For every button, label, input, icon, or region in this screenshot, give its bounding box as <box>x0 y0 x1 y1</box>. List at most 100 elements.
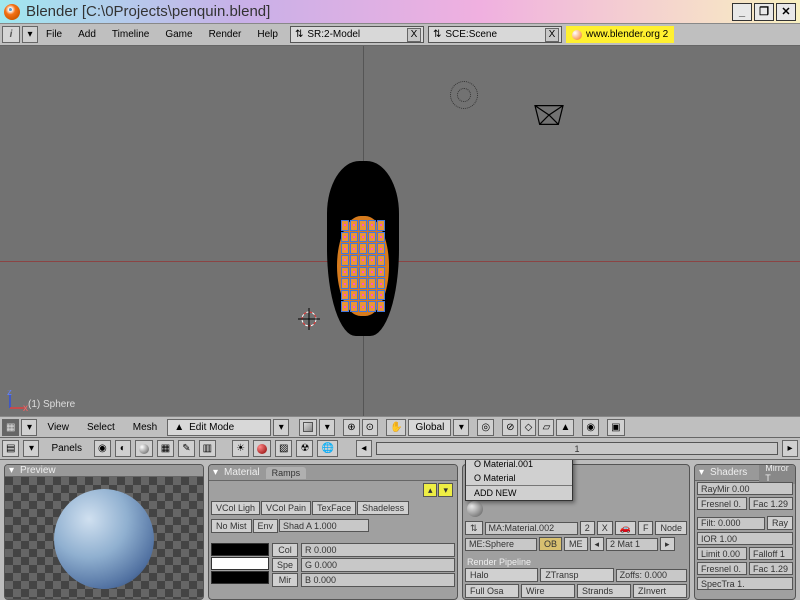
info-icon[interactable]: i <box>2 26 20 43</box>
ctx-object-icon[interactable]: ▦ <box>157 440 174 457</box>
nav-up-icon[interactable]: ▴ <box>423 483 438 497</box>
chevron-down-icon[interactable]: ▾ <box>9 465 14 476</box>
matindex-prev[interactable]: ◂ <box>590 537 605 551</box>
menu-help[interactable]: Help <box>249 26 286 43</box>
layer1-icon[interactable]: ◎ <box>477 419 494 436</box>
menu-add[interactable]: Add <box>70 26 104 43</box>
sel-face-icon[interactable]: ▱ <box>538 419 554 436</box>
sub-mat-icon[interactable] <box>253 440 271 457</box>
ma-name-field[interactable]: MA:Material.002 <box>485 522 578 535</box>
3dview-type-icon[interactable]: ▦ <box>2 419 19 436</box>
vcol-light-button[interactable]: VCol Ligh <box>211 501 260 515</box>
fresnel1-field[interactable]: Fresnel 0. <box>697 497 747 510</box>
orientation-selector[interactable]: Global <box>408 419 451 436</box>
buttons-expand[interactable]: ▾ <box>23 440 39 457</box>
spe-button[interactable]: Spe <box>272 558 298 572</box>
ctx-script-icon[interactable]: ◐ <box>115 440 131 457</box>
matindex-field[interactable]: 2 Mat 1 <box>606 538 658 551</box>
me-button[interactable]: ME <box>564 537 588 551</box>
pivot-icon[interactable]: ⊕ <box>343 419 359 436</box>
wire-button[interactable]: Wire <box>521 584 575 598</box>
lamp-object[interactable] <box>450 81 478 109</box>
sub-world-icon[interactable]: 🌐 <box>317 440 337 457</box>
sel-occlude-icon[interactable]: ▲ <box>556 419 574 436</box>
texface-button[interactable]: TexFace <box>312 501 356 515</box>
mir-button[interactable]: Mir <box>272 573 298 587</box>
camera-object[interactable] <box>530 101 568 129</box>
header-expand-icon[interactable]: ▾ <box>22 26 38 43</box>
sub-tex-icon[interactable]: ▨ <box>275 440 292 457</box>
spectra-field[interactable]: SpecTra 1. <box>697 577 793 590</box>
ior-field[interactable]: IOR 1.00 <box>697 532 793 545</box>
render-icon[interactable]: ▣ <box>607 419 624 436</box>
sub-lamp-icon[interactable]: ☀ <box>232 440 249 457</box>
menu-render[interactable]: Render <box>201 26 250 43</box>
draw-type-icon[interactable] <box>299 419 317 436</box>
vcol-paint-button[interactable]: VCol Pain <box>261 501 311 515</box>
shad-alpha-field[interactable]: Shad A 1.000 <box>279 519 369 532</box>
draw-dropdown[interactable]: ▾ <box>319 419 335 436</box>
pivot-individual-icon[interactable]: ⊙ <box>362 419 378 436</box>
g-field[interactable]: G 0.000 <box>301 558 455 572</box>
ma-users-button[interactable]: 2 <box>580 521 595 535</box>
menu-file[interactable]: File <box>38 26 70 43</box>
chevron-down-icon[interactable]: ▾ <box>213 467 218 478</box>
scene-selector[interactable]: ⇅SCE:SceneX <box>428 26 562 43</box>
screen-delete-button[interactable]: X <box>407 28 421 42</box>
nav-down-icon[interactable]: ▾ <box>438 483 453 497</box>
prop-edit-icon[interactable]: ◉ <box>582 419 599 436</box>
nomist-button[interactable]: No Mist <box>211 519 252 533</box>
ray-button[interactable]: Ray <box>767 516 793 530</box>
matindex-next[interactable]: ▸ <box>660 537 675 551</box>
col-swatch[interactable] <box>211 543 269 556</box>
screen-selector[interactable]: ⇅SR:2-ModelX <box>290 26 424 43</box>
buttons-type-icon[interactable]: ▤ <box>2 440 19 457</box>
select-menu[interactable]: Select <box>79 419 123 436</box>
zinvert-button[interactable]: ZInvert <box>633 584 687 598</box>
sel-vert-icon[interactable]: ⊘ <box>502 419 518 436</box>
fresnel2-field[interactable]: Fresnel 0. <box>697 562 747 575</box>
limit-field[interactable]: Limit 0.00 <box>697 547 747 560</box>
ma-x-button[interactable]: X <box>597 521 613 535</box>
ob-button[interactable]: OB <box>539 537 562 551</box>
popup-item-2[interactable]: O Material <box>466 471 572 485</box>
minimize-button[interactable]: _ <box>732 3 752 21</box>
ctx-shading-icon[interactable] <box>135 440 153 457</box>
orientation-dropdown[interactable]: ▾ <box>453 419 469 436</box>
scene-delete-button[interactable]: X <box>545 28 559 42</box>
popup-add-new[interactable]: ADD NEW <box>466 485 572 500</box>
chevron-down-icon[interactable]: ▾ <box>699 467 704 478</box>
blender-link[interactable]: www.blender.org 2 <box>566 26 674 43</box>
shadeless-button[interactable]: Shadeless <box>357 501 409 515</box>
zoffs-field[interactable]: Zoffs: 0.000 <box>616 569 687 582</box>
menu-game[interactable]: Game <box>157 26 200 43</box>
b-field[interactable]: B 0.000 <box>301 573 455 587</box>
env-button[interactable]: Env <box>253 519 279 533</box>
maximize-button[interactable]: ❐ <box>754 3 774 21</box>
sel-edge-icon[interactable]: ◇ <box>520 419 536 436</box>
menu-timeline[interactable]: Timeline <box>104 26 157 43</box>
frame-next[interactable]: ▸ <box>782 440 798 457</box>
mode-dropdown-icon[interactable]: ▾ <box>273 419 289 436</box>
ctx-scene-icon[interactable]: ▥ <box>199 440 216 457</box>
3dview-menu-expand[interactable]: ▾ <box>21 419 37 436</box>
filt-field[interactable]: Filt: 0.000 <box>697 517 765 530</box>
close-button[interactable]: ✕ <box>776 3 796 21</box>
material-popup[interactable]: Material.002 O Material.001 O Material A… <box>465 460 573 501</box>
ctx-edit-icon[interactable]: ✎ <box>178 440 194 457</box>
ma-select-icon[interactable]: ⇅ <box>465 521 483 535</box>
node-button[interactable]: Node <box>655 521 687 535</box>
halo-button[interactable]: Halo <box>465 568 538 582</box>
mir-swatch[interactable] <box>211 571 269 584</box>
mesh-menu[interactable]: Mesh <box>125 419 165 436</box>
ramps-tab[interactable]: Ramps <box>266 467 307 479</box>
ztransp-button[interactable]: ZTransp <box>540 568 613 582</box>
falloff-field[interactable]: Falloff 1 <box>749 547 793 560</box>
mode-selector[interactable]: ▲Edit Mode <box>167 419 271 436</box>
fac1-field[interactable]: Fac 1.29 <box>749 497 793 510</box>
ma-auto-icon[interactable]: 🚗 <box>615 521 636 535</box>
mirror-tab[interactable]: Mirror T <box>759 464 795 484</box>
strands-button[interactable]: Strands <box>577 584 631 598</box>
col-button[interactable]: Col <box>272 543 298 557</box>
frame-field[interactable]: 1 <box>376 442 778 455</box>
